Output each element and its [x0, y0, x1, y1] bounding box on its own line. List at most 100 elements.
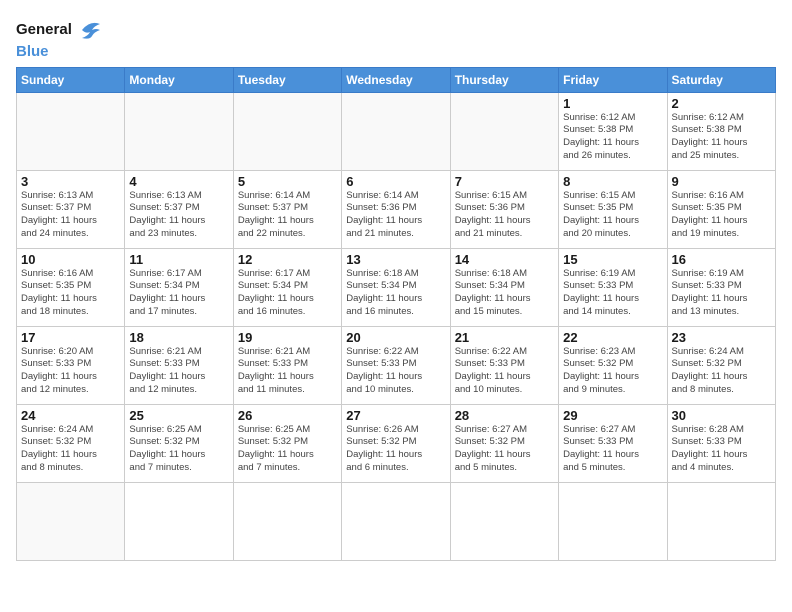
day-info: Sunrise: 6:23 AM Sunset: 5:32 PM Dayligh…	[563, 346, 639, 395]
calendar-cell	[342, 92, 450, 170]
day-info: Sunrise: 6:12 AM Sunset: 5:38 PM Dayligh…	[563, 112, 639, 161]
calendar-cell: 7Sunrise: 6:15 AM Sunset: 5:36 PM Daylig…	[450, 170, 558, 248]
weekday-header-row: SundayMondayTuesdayWednesdayThursdayFrid…	[17, 67, 776, 92]
logo-text-general: General	[16, 22, 72, 39]
header: General Blue	[16, 12, 776, 61]
calendar-cell: 26Sunrise: 6:25 AM Sunset: 5:32 PM Dayli…	[233, 404, 341, 482]
day-number: 2	[672, 96, 771, 111]
day-number: 18	[129, 330, 228, 345]
calendar-cell: 1Sunrise: 6:12 AM Sunset: 5:38 PM Daylig…	[559, 92, 667, 170]
calendar-week-row: 24Sunrise: 6:24 AM Sunset: 5:32 PM Dayli…	[17, 404, 776, 482]
day-info: Sunrise: 6:19 AM Sunset: 5:33 PM Dayligh…	[563, 268, 639, 317]
day-number: 8	[563, 174, 662, 189]
calendar-cell	[17, 482, 125, 560]
day-info: Sunrise: 6:12 AM Sunset: 5:38 PM Dayligh…	[672, 112, 748, 161]
calendar-cell: 13Sunrise: 6:18 AM Sunset: 5:34 PM Dayli…	[342, 248, 450, 326]
day-number: 6	[346, 174, 445, 189]
day-info: Sunrise: 6:14 AM Sunset: 5:37 PM Dayligh…	[238, 190, 314, 239]
calendar-cell: 25Sunrise: 6:25 AM Sunset: 5:32 PM Dayli…	[125, 404, 233, 482]
calendar-cell	[559, 482, 667, 560]
day-number: 20	[346, 330, 445, 345]
day-info: Sunrise: 6:28 AM Sunset: 5:33 PM Dayligh…	[672, 424, 748, 473]
calendar-table: SundayMondayTuesdayWednesdayThursdayFrid…	[16, 67, 776, 561]
calendar-cell: 2Sunrise: 6:12 AM Sunset: 5:38 PM Daylig…	[667, 92, 775, 170]
calendar-cell: 15Sunrise: 6:19 AM Sunset: 5:33 PM Dayli…	[559, 248, 667, 326]
day-number: 27	[346, 408, 445, 423]
calendar-cell: 6Sunrise: 6:14 AM Sunset: 5:36 PM Daylig…	[342, 170, 450, 248]
weekday-wednesday: Wednesday	[342, 67, 450, 92]
calendar-cell: 14Sunrise: 6:18 AM Sunset: 5:34 PM Dayli…	[450, 248, 558, 326]
calendar-cell	[667, 482, 775, 560]
calendar-cell	[17, 92, 125, 170]
day-number: 1	[563, 96, 662, 111]
day-info: Sunrise: 6:22 AM Sunset: 5:33 PM Dayligh…	[346, 346, 422, 395]
calendar-cell	[233, 482, 341, 560]
calendar-week-row: 10Sunrise: 6:16 AM Sunset: 5:35 PM Dayli…	[17, 248, 776, 326]
day-number: 21	[455, 330, 554, 345]
day-info: Sunrise: 6:20 AM Sunset: 5:33 PM Dayligh…	[21, 346, 97, 395]
day-info: Sunrise: 6:21 AM Sunset: 5:33 PM Dayligh…	[129, 346, 205, 395]
calendar-week-row	[17, 482, 776, 560]
calendar-cell: 16Sunrise: 6:19 AM Sunset: 5:33 PM Dayli…	[667, 248, 775, 326]
day-number: 7	[455, 174, 554, 189]
weekday-sunday: Sunday	[17, 67, 125, 92]
day-info: Sunrise: 6:25 AM Sunset: 5:32 PM Dayligh…	[238, 424, 314, 473]
calendar-week-row: 1Sunrise: 6:12 AM Sunset: 5:38 PM Daylig…	[17, 92, 776, 170]
calendar-cell: 28Sunrise: 6:27 AM Sunset: 5:32 PM Dayli…	[450, 404, 558, 482]
day-number: 25	[129, 408, 228, 423]
calendar-cell	[233, 92, 341, 170]
day-info: Sunrise: 6:21 AM Sunset: 5:33 PM Dayligh…	[238, 346, 314, 395]
day-info: Sunrise: 6:27 AM Sunset: 5:32 PM Dayligh…	[455, 424, 531, 473]
day-info: Sunrise: 6:24 AM Sunset: 5:32 PM Dayligh…	[21, 424, 97, 473]
calendar-week-row: 3Sunrise: 6:13 AM Sunset: 5:37 PM Daylig…	[17, 170, 776, 248]
day-info: Sunrise: 6:22 AM Sunset: 5:33 PM Dayligh…	[455, 346, 531, 395]
day-number: 17	[21, 330, 120, 345]
calendar-cell: 27Sunrise: 6:26 AM Sunset: 5:32 PM Dayli…	[342, 404, 450, 482]
calendar-cell: 22Sunrise: 6:23 AM Sunset: 5:32 PM Dayli…	[559, 326, 667, 404]
day-info: Sunrise: 6:27 AM Sunset: 5:33 PM Dayligh…	[563, 424, 639, 473]
logo-text-blue: Blue	[16, 44, 104, 61]
logo: General Blue	[16, 16, 104, 61]
day-info: Sunrise: 6:15 AM Sunset: 5:36 PM Dayligh…	[455, 190, 531, 239]
day-number: 15	[563, 252, 662, 267]
calendar-cell: 8Sunrise: 6:15 AM Sunset: 5:35 PM Daylig…	[559, 170, 667, 248]
day-number: 24	[21, 408, 120, 423]
calendar-cell: 18Sunrise: 6:21 AM Sunset: 5:33 PM Dayli…	[125, 326, 233, 404]
day-number: 19	[238, 330, 337, 345]
day-info: Sunrise: 6:13 AM Sunset: 5:37 PM Dayligh…	[129, 190, 205, 239]
page-container: General Blue SundayMondayTuesdayWednesda…	[0, 0, 792, 571]
day-info: Sunrise: 6:24 AM Sunset: 5:32 PM Dayligh…	[672, 346, 748, 395]
day-number: 11	[129, 252, 228, 267]
day-info: Sunrise: 6:14 AM Sunset: 5:36 PM Dayligh…	[346, 190, 422, 239]
day-info: Sunrise: 6:13 AM Sunset: 5:37 PM Dayligh…	[21, 190, 97, 239]
calendar-cell	[342, 482, 450, 560]
day-number: 10	[21, 252, 120, 267]
calendar-cell: 23Sunrise: 6:24 AM Sunset: 5:32 PM Dayli…	[667, 326, 775, 404]
day-number: 9	[672, 174, 771, 189]
calendar-cell: 10Sunrise: 6:16 AM Sunset: 5:35 PM Dayli…	[17, 248, 125, 326]
day-info: Sunrise: 6:15 AM Sunset: 5:35 PM Dayligh…	[563, 190, 639, 239]
calendar-cell: 9Sunrise: 6:16 AM Sunset: 5:35 PM Daylig…	[667, 170, 775, 248]
day-info: Sunrise: 6:19 AM Sunset: 5:33 PM Dayligh…	[672, 268, 748, 317]
day-info: Sunrise: 6:17 AM Sunset: 5:34 PM Dayligh…	[238, 268, 314, 317]
calendar-cell: 4Sunrise: 6:13 AM Sunset: 5:37 PM Daylig…	[125, 170, 233, 248]
day-number: 30	[672, 408, 771, 423]
weekday-saturday: Saturday	[667, 67, 775, 92]
day-number: 28	[455, 408, 554, 423]
day-info: Sunrise: 6:16 AM Sunset: 5:35 PM Dayligh…	[21, 268, 97, 317]
weekday-friday: Friday	[559, 67, 667, 92]
day-number: 4	[129, 174, 228, 189]
calendar-cell: 29Sunrise: 6:27 AM Sunset: 5:33 PM Dayli…	[559, 404, 667, 482]
day-number: 23	[672, 330, 771, 345]
calendar-cell: 12Sunrise: 6:17 AM Sunset: 5:34 PM Dayli…	[233, 248, 341, 326]
day-info: Sunrise: 6:18 AM Sunset: 5:34 PM Dayligh…	[455, 268, 531, 317]
day-number: 12	[238, 252, 337, 267]
weekday-tuesday: Tuesday	[233, 67, 341, 92]
logo-bird-icon	[76, 16, 104, 44]
calendar-cell	[125, 482, 233, 560]
calendar-cell: 30Sunrise: 6:28 AM Sunset: 5:33 PM Dayli…	[667, 404, 775, 482]
weekday-monday: Monday	[125, 67, 233, 92]
calendar-cell: 11Sunrise: 6:17 AM Sunset: 5:34 PM Dayli…	[125, 248, 233, 326]
day-info: Sunrise: 6:17 AM Sunset: 5:34 PM Dayligh…	[129, 268, 205, 317]
calendar-cell: 3Sunrise: 6:13 AM Sunset: 5:37 PM Daylig…	[17, 170, 125, 248]
